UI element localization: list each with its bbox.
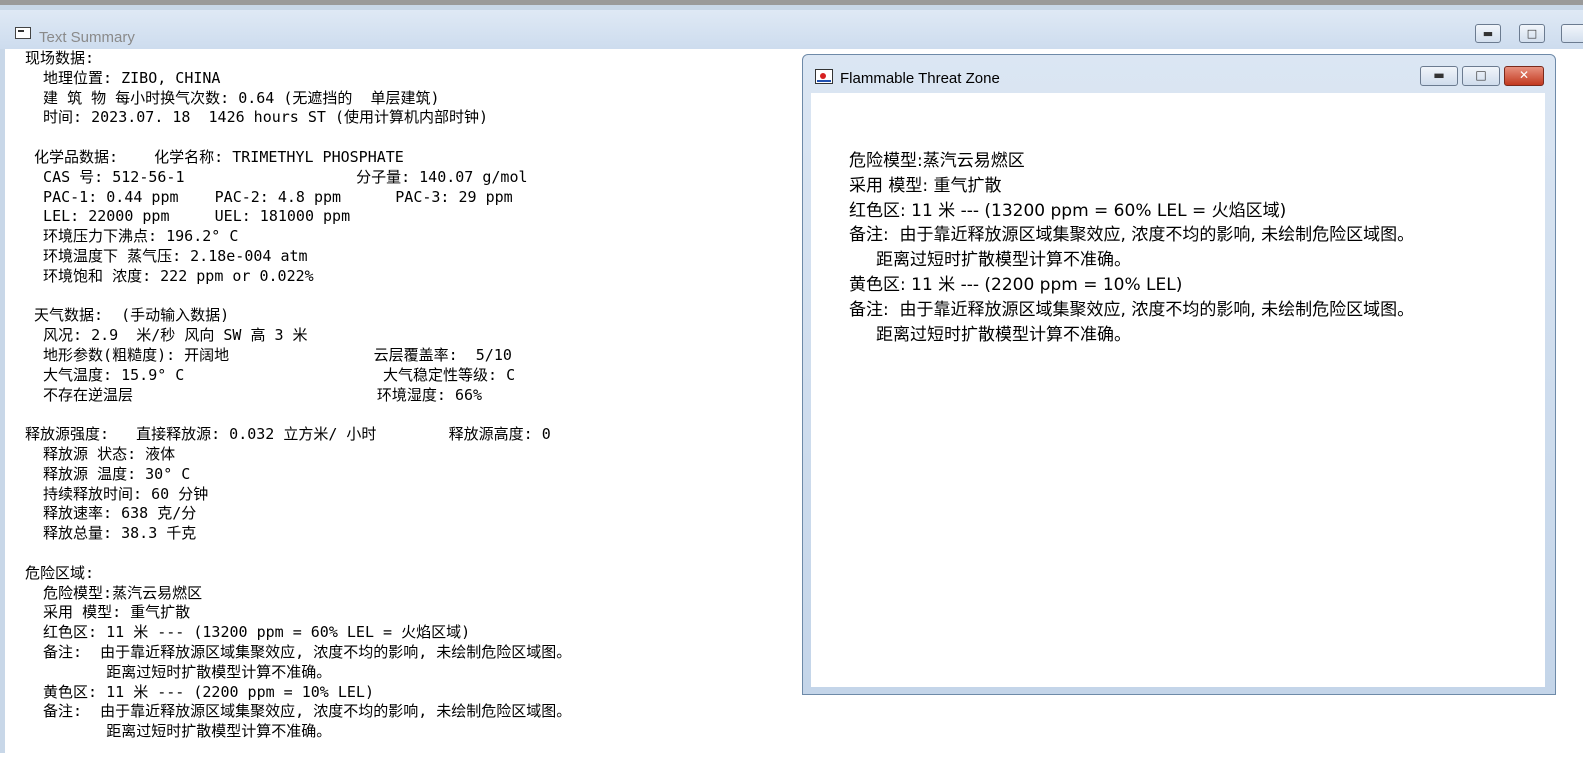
text-summary-title: Text Summary — [39, 29, 135, 46]
threat-zone-line: 采用 模型: 重气扩散 — [849, 175, 1002, 196]
summary-line: 大气温度: 15.9° C 大气稳定性等级: C — [25, 365, 516, 384]
summary-line: 距离过短时扩散模型计算不准确。 — [25, 662, 332, 681]
threat-zone-close-button[interactable]: ✕ — [1504, 66, 1544, 86]
maximize-icon: □ — [1475, 68, 1487, 82]
threat-zone-line: 危险模型:蒸汽云易燃区 — [849, 151, 1025, 171]
summary-line: LEL: 22000 ppm UEL: 181000 ppm — [25, 207, 351, 226]
summary-line: 黄色区: 11 米 --- (2200 ppm = 10% LEL) — [25, 682, 374, 701]
summary-line: 释放源 状态: 液体 — [25, 445, 176, 463]
summary-line: 地理位置: ZIBO, CHINA — [25, 68, 221, 87]
text-summary-titlebar[interactable]: Text Summary ▬ □ — [0, 10, 1583, 49]
summary-line: 现场数据: — [25, 49, 95, 67]
summary-line: 化学品数据: 化学名称: TRIMETHYL PHOSPHATE — [25, 148, 404, 166]
threat-zone-titlebar[interactable]: Flammable Threat Zone ▬ □ ✕ — [803, 55, 1555, 93]
summary-line: 环境温度下 蒸气压: 2.18e-004 atm — [25, 247, 308, 265]
summary-line: 释放总量: 38.3 千克 — [25, 524, 197, 543]
maximize-button[interactable]: □ — [1519, 24, 1545, 43]
summary-line: 环境压力下沸点: 196.2° C — [25, 227, 239, 246]
summary-line: 风况: 2.9 米/秒 风向 SW 高 3 米 — [25, 326, 308, 345]
summary-line: 备注: 由于靠近释放源区域集聚效应, 浓度不均的影响, 未绘制危险区域图。 — [25, 702, 572, 721]
summary-line: 地形参数(粗糙度): 开阔地 云层覆盖率: 5/10 — [25, 346, 512, 364]
threat-zone-line: 黄色区: 11 米 --- (2200 ppm = 10% LEL) — [849, 275, 1183, 295]
summary-line: 采用 模型: 重气扩散 — [25, 603, 191, 622]
threat-zone-minimize-button[interactable]: ▬ — [1420, 66, 1458, 86]
threat-zone-content: 危险模型:蒸汽云易燃区 采用 模型: 重气扩散红色区: 11 米 --- (132… — [811, 93, 1545, 687]
summary-line: 释放速率: 638 克/分 — [25, 504, 197, 523]
summary-line: 释放源强度: 直接释放源: 0.032 立方米/ 小时 释放源高度: 0 — [25, 425, 551, 444]
threat-zone-maximize-button[interactable]: □ — [1462, 66, 1500, 86]
threat-zone-line: 距离过短时扩散模型计算不准确。 — [849, 324, 1132, 345]
minimize-icon: ▬ — [1433, 68, 1445, 82]
minimize-button[interactable]: ▬ — [1475, 24, 1501, 43]
summary-line: 时间: 2023.07. 18 1426 hours ST (使用计算机内部时钟… — [25, 108, 489, 127]
summary-line: CAS 号: 512-56-1 分子量: 140.07 g/mol — [25, 167, 528, 186]
threat-zone-title: Flammable Threat Zone — [840, 70, 1000, 87]
summary-line: 不存在逆温层 环境湿度: 66% — [25, 385, 483, 404]
threat-zone-line: 距离过短时扩散模型计算不准确。 — [849, 250, 1132, 271]
close-icon: ✕ — [1518, 68, 1530, 82]
window-app-icon — [15, 27, 31, 39]
summary-line: 释放源 温度: 30° C — [25, 464, 191, 483]
summary-line: 危险区域: — [25, 563, 95, 582]
summary-line: 天气数据: (手动输入数据) — [25, 306, 230, 325]
summary-line: 红色区: 11 米 --- (13200 ppm = 60% LEL = 火焰区… — [25, 623, 471, 642]
summary-line: 备注: 由于靠近释放源区域集聚效应, 浓度不均的影响, 未绘制危险区域图。 — [25, 643, 572, 661]
summary-line: PAC-1: 0.44 ppm PAC-2: 4.8 ppm PAC-3: 29… — [25, 187, 513, 206]
summary-line: 持续释放时间: 60 分钟 — [25, 484, 209, 503]
minimize-icon: ▬ — [1482, 27, 1494, 40]
summary-line: 距离过短时扩散模型计算不准确。 — [25, 722, 332, 741]
close-button-partial[interactable] — [1561, 24, 1583, 43]
threat-zone-line: 备注: 由于靠近释放源区域集聚效应, 浓度不均的影响, 未绘制危险区域图。 — [849, 225, 1415, 246]
flammable-threat-zone-window: Flammable Threat Zone ▬ □ ✕ 危险模型:蒸汽云易燃区采… — [802, 54, 1556, 695]
summary-line: 危险模型:蒸汽云易燃区 — [25, 583, 203, 602]
threat-zone-line: 红色区: 11 米 --- (13200 ppm = 60% LEL = 火焰区… — [849, 200, 1287, 221]
summary-line: 建 筑 物 每小时换气次数: 0.64 (无遮挡的 单层建筑) — [25, 88, 440, 107]
threat-zone-app-icon — [815, 69, 833, 84]
threat-zone-line: 备注: 由于靠近释放源区域集聚效应, 浓度不均的影响, 未绘制危险区域图。 — [849, 299, 1415, 320]
maximize-icon: □ — [1526, 27, 1538, 40]
summary-line: 环境饱和 浓度: 222 ppm or 0.022% — [25, 266, 314, 285]
